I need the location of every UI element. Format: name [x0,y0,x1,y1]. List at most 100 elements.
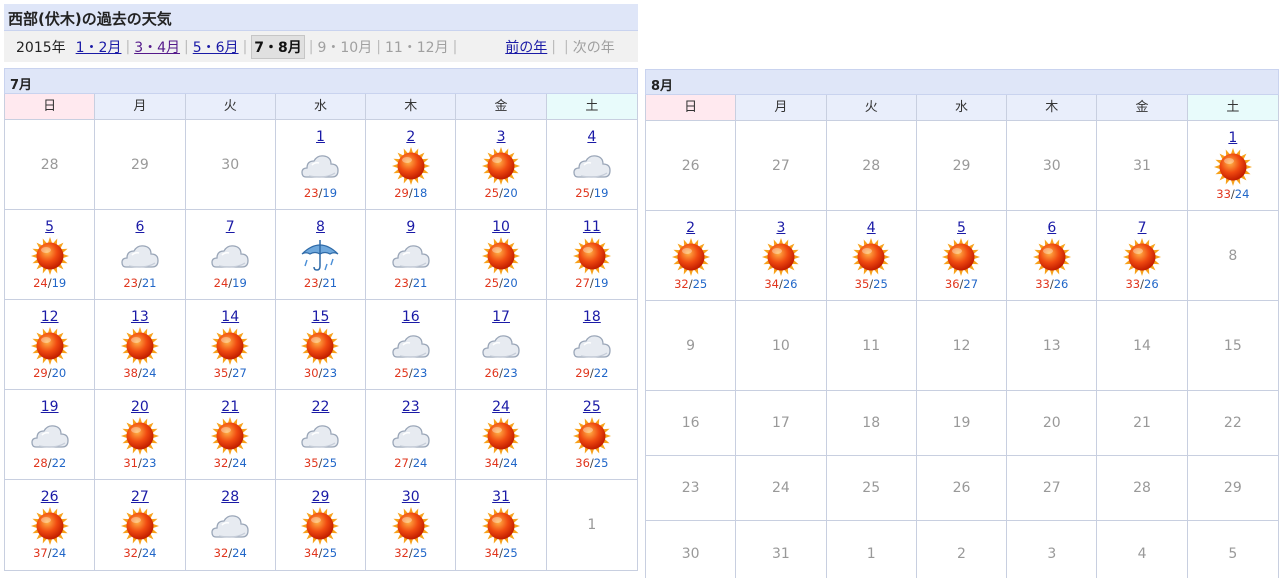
day-link[interactable]: 17 [456,309,545,325]
calendar-day-empty: 5 [1188,521,1278,578]
calendar-day-empty: 22 [1187,391,1278,456]
prev-year-link[interactable]: 前の年 [505,37,547,57]
cloud-icon [573,335,611,358]
day-link[interactable]: 8 [276,219,365,235]
day-link[interactable]: 19 [5,399,94,415]
cloud-icon [301,155,340,178]
temperature: 33/24 [1188,187,1278,201]
temperature: 25/19 [547,186,637,200]
calendar-day: 31 34/25 [456,480,547,570]
high-temp: 34 [764,277,779,291]
day-number: 28 [40,156,59,173]
day-link[interactable]: 4 [827,220,916,236]
sun-icon [30,237,69,275]
day-link[interactable]: 10 [456,219,545,235]
day-link[interactable]: 31 [456,489,545,505]
calendar-day-empty: 12 [916,301,1008,391]
day-link[interactable]: 29 [276,489,365,505]
day-link[interactable]: 9 [366,219,455,235]
day-link[interactable]: 5 [5,219,94,235]
day-number: 21 [1133,415,1151,431]
high-temp: 35 [303,456,319,470]
temperature: 29/20 [5,366,94,380]
day-link[interactable]: 25 [547,399,637,415]
high-temp: 23 [394,276,409,290]
day-link[interactable]: 11 [547,219,637,235]
day-link[interactable]: 28 [186,489,275,505]
day-link[interactable]: 30 [366,489,455,505]
month-title: 8月 [645,69,1279,95]
day-link[interactable]: 26 [5,489,94,505]
calendar-day-empty: 28 [5,120,96,210]
high-temp: 34 [484,456,500,470]
weekday-header: 金 [456,94,547,120]
sun-icon [1213,148,1252,186]
day-link[interactable]: 24 [456,399,545,415]
day-link[interactable]: 27 [95,489,184,505]
temperature: 32/24 [186,546,275,560]
high-temp: 34 [303,546,319,560]
day-link[interactable]: 6 [1007,220,1096,236]
low-temp: 24 [232,456,247,470]
day-link[interactable]: 20 [95,399,184,415]
cloud-icon [30,425,69,448]
day-link[interactable]: 23 [366,399,455,415]
high-temp: 31 [123,456,138,470]
weekday-header: 火 [185,94,276,120]
cloud-icon [482,335,520,358]
temperature: 34/25 [456,546,545,560]
nav-link[interactable]: 1・2月 [76,37,122,57]
weekday-header: 日 [5,94,96,120]
high-temp: 32 [674,277,689,291]
low-temp: 19 [232,276,247,290]
temperature: 27/24 [366,456,455,470]
day-link[interactable]: 1 [1188,130,1278,146]
day-link[interactable]: 2 [366,129,455,145]
day-link[interactable]: 18 [547,309,637,325]
day-link[interactable]: 7 [186,219,275,235]
day-link[interactable]: 5 [917,220,1006,236]
day-link[interactable]: 12 [5,309,94,325]
day-link[interactable]: 13 [95,309,184,325]
sun-icon [1123,238,1162,276]
sun-icon [30,327,69,365]
high-temp: 25 [394,366,409,380]
sun-icon [761,238,800,276]
sun-icon [671,238,710,276]
day-number: 2 [957,545,966,562]
calendar-day-empty: 29 [1187,456,1278,521]
day-link[interactable]: 22 [276,399,365,415]
low-temp: 24 [412,456,428,470]
calendar-day: 11 27/19 [546,210,637,300]
calendar-day-empty: 8 [1187,211,1278,301]
weekday-header: 日 [646,95,737,121]
calendar-day: 9 23/21 [366,210,457,300]
nav-link[interactable]: 5・6月 [193,37,239,57]
day-link[interactable]: 4 [547,129,637,145]
day-link[interactable]: 16 [366,309,455,325]
day-link[interactable]: 15 [276,309,365,325]
day-link[interactable]: 3 [456,129,545,145]
calendar-day-empty: 15 [1187,301,1278,391]
high-temp: 24 [33,276,48,290]
day-number: 13 [1042,337,1061,354]
day-link[interactable]: 2 [646,220,735,236]
day-link[interactable]: 14 [186,309,275,325]
sun-icon [482,507,521,545]
calendar-day: 3 25/20 [456,120,547,210]
day-number: 11 [862,337,881,354]
day-link[interactable]: 3 [736,220,825,236]
nav-link[interactable]: 3・4月 [134,37,180,57]
calendar-day: 25 36/25 [546,390,637,480]
day-link[interactable]: 6 [95,219,184,235]
day-link[interactable]: 7 [1097,220,1186,236]
day-link[interactable]: 1 [276,129,365,145]
high-temp: 32 [123,546,138,560]
day-number: 18 [862,415,881,431]
temperature: 36/27 [917,277,1006,291]
low-temp: 19 [593,186,609,200]
day-number: 20 [1042,415,1061,431]
calendar-day: 26 37/24 [5,480,96,570]
calendar-day-empty: 26 [646,121,737,211]
day-link[interactable]: 21 [186,399,275,415]
